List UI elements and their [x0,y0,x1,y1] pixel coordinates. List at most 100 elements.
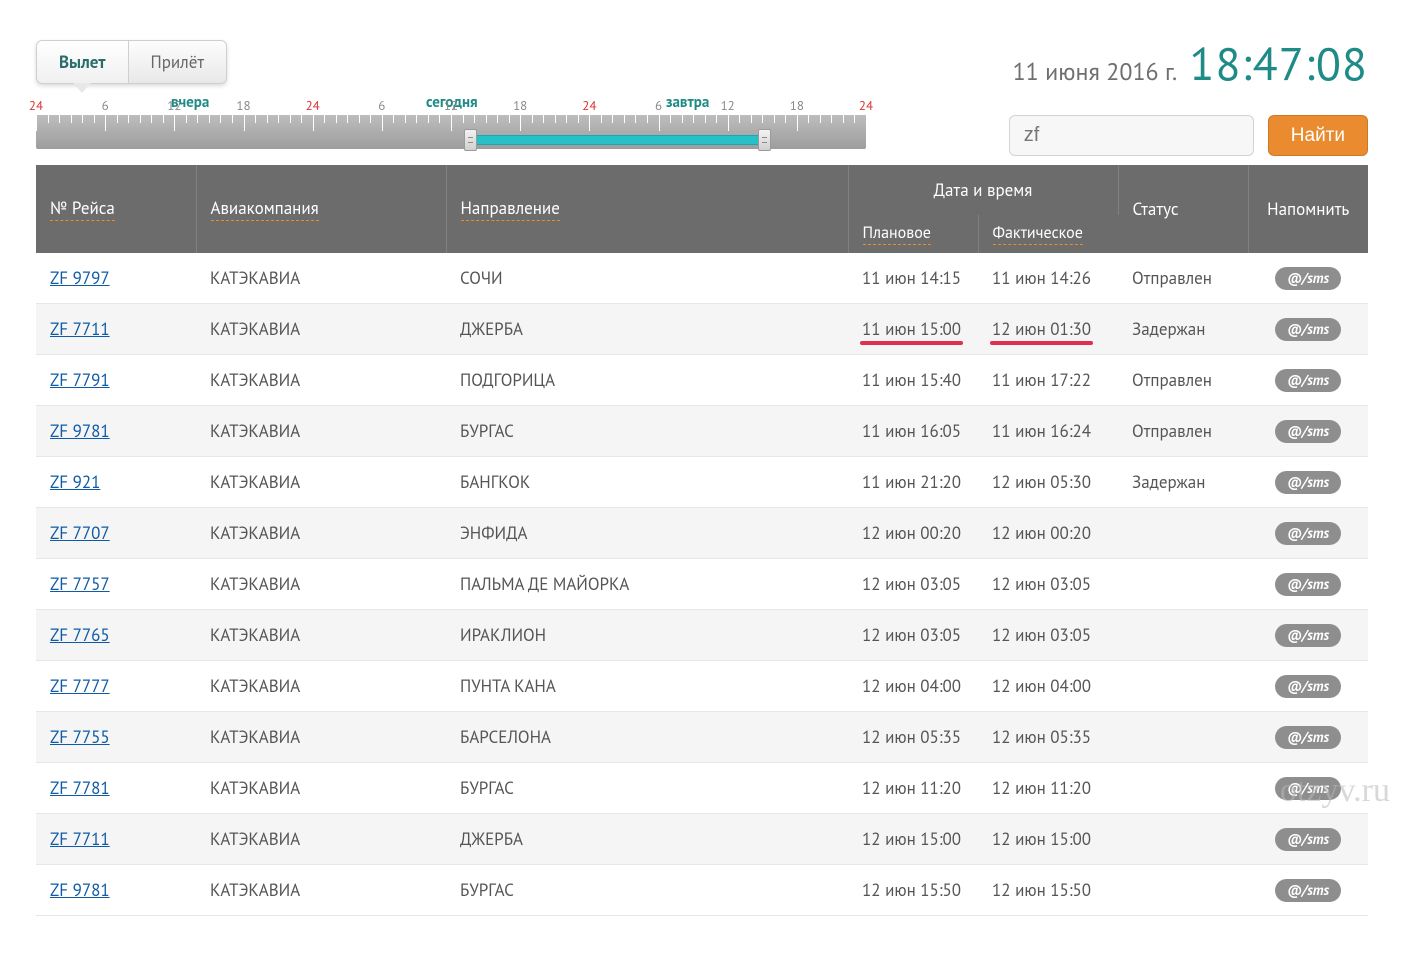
table-row: ZF 9781 КАТЭКАВИАБУРГАС11 июн 16:0511 июн… [36,406,1368,457]
cell-status [1118,865,1248,916]
cell-dest: ИРАКЛИОН [446,610,848,661]
flights-table: № Рейса Авиакомпания Направление Дата и … [36,165,1368,916]
sms-button[interactable]: @/sms [1275,471,1341,494]
flight-link[interactable]: ZF 7711 [50,828,110,850]
cell-planned: 11 июн 16:05 [848,406,978,457]
cell-planned: 12 июн 00:20 [848,508,978,559]
cell-planned: 12 июн 11:20 [848,763,978,814]
slider-handle-left[interactable] [464,129,477,151]
search-button[interactable]: Найти [1268,115,1368,156]
cell-dest: ДЖЕРБА [446,304,848,355]
cell-airline: КАТЭКАВИА [196,457,446,508]
sms-button[interactable]: @/sms [1275,828,1341,851]
cell-status: Задержан [1118,457,1248,508]
cell-status [1118,508,1248,559]
cell-actual: 12 июн 00:20 [978,508,1118,559]
cell-planned: 11 июн 21:20 [848,457,978,508]
cell-status: Отправлен [1118,355,1248,406]
col-actual: Фактическое [978,215,1118,253]
cell-status [1118,814,1248,865]
flight-link[interactable]: ZF 7757 [50,573,110,595]
slider-handle-right[interactable] [758,129,771,151]
table-row: ZF 7765КАТЭКАВИАИРАКЛИОН12 июн 03:0512 и… [36,610,1368,661]
flight-link[interactable]: ZF 7781 [50,777,110,799]
sms-button[interactable]: @/sms [1275,369,1341,392]
flight-link[interactable]: ZF 9781 [50,879,110,901]
cell-planned: 11 июн 15:00 [848,304,978,355]
sms-button[interactable]: @/sms [1275,726,1341,749]
cell-dest: ПАЛЬМА ДЕ МАЙОРКА [446,559,848,610]
table-row: ZF 7757 КАТЭКАВИАПАЛЬМА ДЕ МАЙОРКА12 июн … [36,559,1368,610]
sms-button[interactable]: @/sms [1275,573,1341,596]
sms-button[interactable]: @/sms [1275,675,1341,698]
cell-airline: КАТЭКАВИА [196,610,446,661]
cell-status [1118,763,1248,814]
flight-link[interactable]: ZF 7765 [50,624,110,646]
cell-airline: КАТЭКАВИА [196,712,446,763]
cell-planned: 11 июн 14:15 [848,253,978,304]
cell-airline: КАТЭКАВИА [196,814,446,865]
table-row: ZF 7777КАТЭКАВИАПУНТА КАНА12 июн 04:0012… [36,661,1368,712]
time-selection[interactable] [470,135,764,145]
cell-dest: ЭНФИДА [446,508,848,559]
table-row: ZF 9781КАТЭКАВИАБУРГАС12 июн 15:5012 июн… [36,865,1368,916]
cell-actual: 12 июн 05:30 [978,457,1118,508]
col-status: Статус [1118,165,1248,253]
flight-link[interactable]: ZF 7777 [50,675,110,697]
cell-airline: КАТЭКАВИА [196,865,446,916]
cell-actual: 11 июн 16:24 [978,406,1118,457]
flight-link[interactable]: ZF 7707 [50,522,110,544]
cell-airline: КАТЭКАВИА [196,406,446,457]
flight-link[interactable]: ZF 921 [50,471,100,493]
cell-airline: КАТЭКАВИА [196,559,446,610]
cell-planned: 12 июн 04:00 [848,661,978,712]
cell-airline: КАТЭКАВИА [196,763,446,814]
time-ruler[interactable]: 24612182461218246121824 [36,115,866,149]
cell-planned: 12 июн 15:50 [848,865,978,916]
cell-status: Отправлен [1118,253,1248,304]
current-date: 11 июня 2016 г. [1013,56,1178,87]
table-row: ZF 7711 КАТЭКАВИАДЖЕРБА11 июн 15:0012 июн… [36,304,1368,355]
cell-airline: КАТЭКАВИА [196,508,446,559]
cell-status [1118,610,1248,661]
cell-dest: БАРСЕЛОНА [446,712,848,763]
tab-arrival[interactable]: Прилёт [129,41,227,83]
table-row: ZF 7755КАТЭКАВИАБАРСЕЛОНА12 июн 05:3512 … [36,712,1368,763]
table-row: ZF 7791КАТЭКАВИАПОДГОРИЦА11 июн 15:4011 … [36,355,1368,406]
cell-status [1118,559,1248,610]
flight-link[interactable]: ZF 7755 [50,726,110,748]
cell-dest: ПУНТА КАНА [446,661,848,712]
cell-actual: 12 июн 01:30 [978,304,1118,355]
table-row: ZF 921КАТЭКАВИАБАНГКОК11 июн 21:2012 июн… [36,457,1368,508]
flight-link[interactable]: ZF 7711 [50,318,110,340]
table-row: ZF 7711КАТЭКАВИАДЖЕРБА12 июн 15:0012 июн… [36,814,1368,865]
col-remind: Напомнить [1248,165,1368,253]
cell-airline: КАТЭКАВИА [196,355,446,406]
col-airline: Авиакомпания [196,165,446,253]
sms-button[interactable]: @/sms [1275,318,1341,341]
cell-planned: 12 июн 05:35 [848,712,978,763]
sms-button[interactable]: @/sms [1275,420,1341,443]
search-input[interactable] [1009,115,1254,156]
cell-airline: КАТЭКАВИА [196,304,446,355]
cell-status [1118,712,1248,763]
sms-button[interactable]: @/sms [1275,522,1341,545]
sms-button[interactable]: @/sms [1275,879,1341,902]
flight-link[interactable]: ZF 9797 [50,267,110,289]
cell-actual: 11 июн 17:22 [978,355,1118,406]
cell-dest: ПОДГОРИЦА [446,355,848,406]
cell-status: Задержан [1118,304,1248,355]
sms-button[interactable]: @/sms [1275,777,1341,800]
sms-button[interactable]: @/sms [1275,267,1341,290]
current-datetime: 11 июня 2016 г. 18:47:08 [1013,40,1368,87]
sms-button[interactable]: @/sms [1275,624,1341,647]
table-row: ZF 7707КАТЭКАВИАЭНФИДА12 июн 00:2012 июн… [36,508,1368,559]
cell-status: Отправлен [1118,406,1248,457]
cell-dest: БУРГАС [446,406,848,457]
cell-airline: КАТЭКАВИА [196,661,446,712]
flight-link[interactable]: ZF 9781 [50,420,110,442]
cell-planned: 12 июн 03:05 [848,559,978,610]
flight-link[interactable]: ZF 7791 [50,369,110,391]
tab-departure[interactable]: Вылет [37,41,129,83]
cell-actual: 12 июн 05:35 [978,712,1118,763]
